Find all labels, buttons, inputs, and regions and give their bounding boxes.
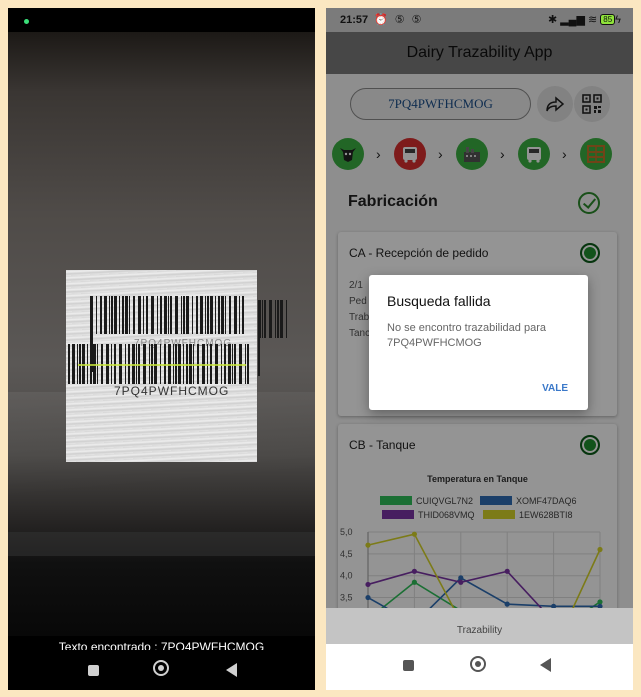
barcode-text: 7PQ4PWFHCMOG <box>114 384 230 398</box>
recents-button[interactable] <box>88 665 99 676</box>
system-icons: ✱ ▂▄▆ ≋ 85 ϟ <box>547 14 621 26</box>
camera-preview: 7PQ4PWFHCMOG 7PQ4PWFHCMOG <box>8 32 315 636</box>
dialog-message: No se encontro trazabilidad para 7PQ4PWF… <box>387 322 546 349</box>
bottom-tab[interactable]: Trazability <box>326 608 633 644</box>
android-nav-bar <box>326 644 633 690</box>
camera-indicator-icon <box>24 19 29 24</box>
barcode-image <box>258 300 290 376</box>
scan-frame: 7PQ4PWFHCMOG 7PQ4PWFHCMOG <box>66 270 287 462</box>
recents-button[interactable] <box>403 660 414 671</box>
barcode-image <box>90 296 250 372</box>
status-time: 21:57 <box>340 14 369 26</box>
scan-line <box>78 364 246 366</box>
app-screen: 21:57 ⏰ ⑤ ⑤ ✱ ▂▄▆ ≋ 85 ϟ Dairy Trazabilit… <box>326 8 633 690</box>
back-button[interactable] <box>540 658 551 672</box>
android-nav-bar <box>8 650 315 690</box>
dialog-title: Busqueda fallida <box>387 293 491 309</box>
dialog-ok-button[interactable]: VALE <box>542 383 568 394</box>
home-button[interactable] <box>153 660 169 676</box>
home-button[interactable] <box>470 656 486 672</box>
scanner-screen: 7PQ4PWFHCMOG 7PQ4PWFHCMOG Texto encontra… <box>8 8 315 690</box>
status-bar <box>8 8 315 32</box>
battery-icon: 85 <box>600 14 616 25</box>
status-bar: 21:57 ⏰ ⑤ ⑤ ✱ ▂▄▆ ≋ 85 ϟ <box>326 8 633 32</box>
notification-icons: ⏰ ⑤ ⑤ <box>374 14 424 26</box>
error-dialog: Busqueda fallida No se encontro trazabil… <box>369 275 588 410</box>
back-button[interactable] <box>226 663 237 677</box>
